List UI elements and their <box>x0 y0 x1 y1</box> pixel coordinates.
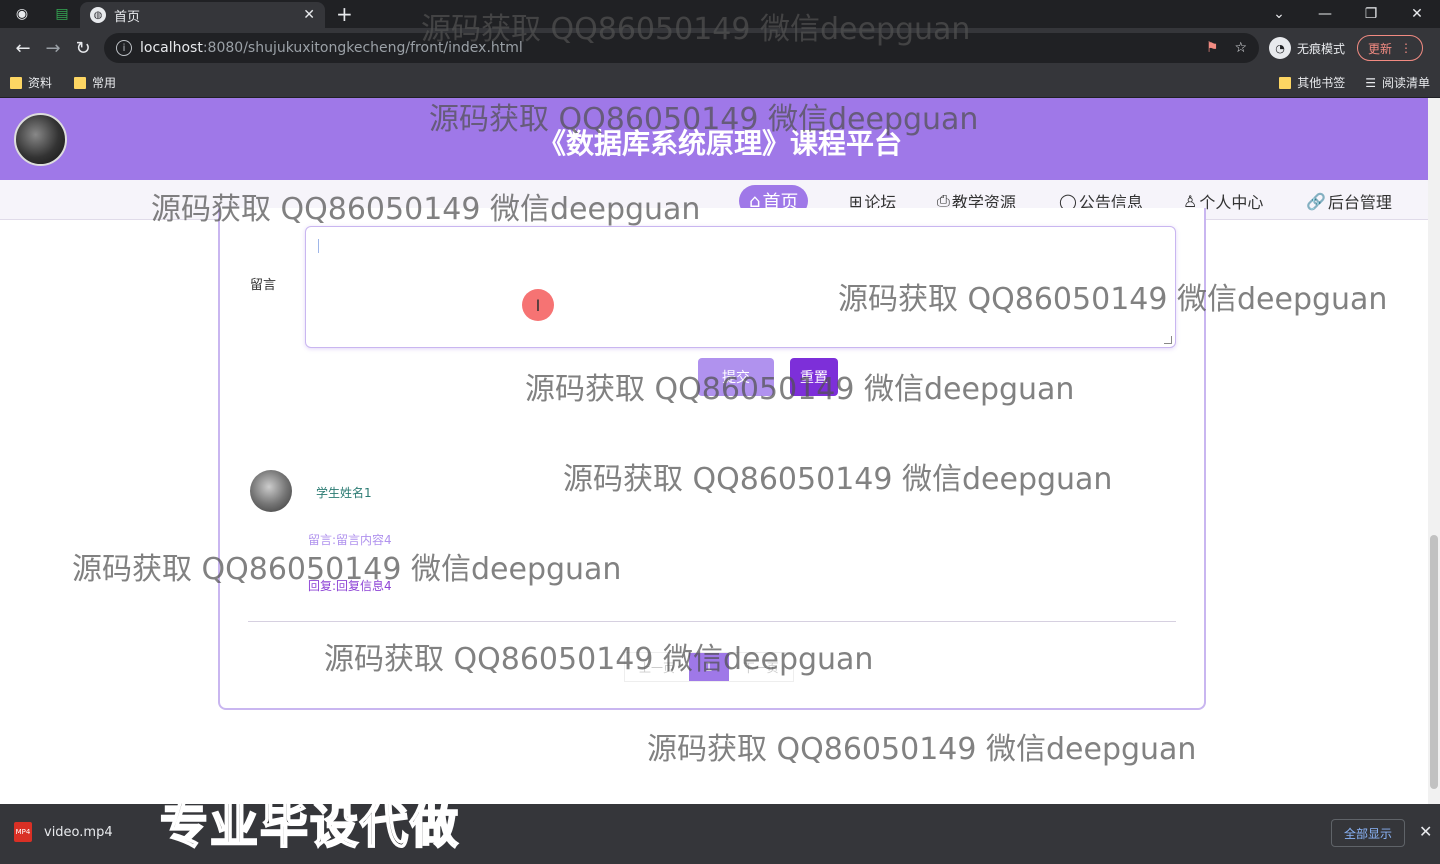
tab-group-icon[interactable]: ▤ <box>50 2 74 26</box>
text-caret <box>318 239 319 253</box>
watermark: 源码获取 QQ86050149 微信deepguan <box>563 462 1113 497</box>
reload-icon[interactable]: ↻ <box>68 33 98 63</box>
other-bookmarks[interactable]: 其他书签 <box>1279 74 1345 91</box>
incognito-indicator[interactable]: ◔ 无痕模式 <box>1269 37 1345 59</box>
incognito-icon: ◔ <box>1269 37 1291 59</box>
download-item[interactable]: MP4 video.mp4 <box>14 822 113 842</box>
back-icon[interactable]: ← <box>8 33 38 63</box>
close-tab-icon[interactable]: ✕ <box>303 7 315 23</box>
bookmark-star-icon[interactable]: ☆ <box>1234 40 1247 56</box>
incognito-label: 无痕模式 <box>1297 41 1346 56</box>
globe-icon: ◍ <box>90 7 106 23</box>
bookmark-label: 常用 <box>92 76 117 90</box>
folder-icon <box>10 76 22 89</box>
watermark: 源码获取 QQ86050149 微信deepguan <box>429 102 979 137</box>
minimize-icon[interactable]: — <box>1302 0 1348 28</box>
browser-menu-icon[interactable]: ◉ <box>10 2 34 26</box>
message-label: 留言 <box>250 278 277 293</box>
reading-list[interactable]: ☰ 阅读清单 <box>1365 74 1430 91</box>
video-file-icon: MP4 <box>14 822 32 842</box>
browser-tab[interactable]: ◍ 首页 ✕ <box>80 2 325 28</box>
nav-label: 个人中心 <box>1199 193 1264 212</box>
reading-list-icon: ☰ <box>1365 75 1376 90</box>
forward-icon[interactable]: → <box>38 33 68 63</box>
update-label: 更新 <box>1368 41 1393 56</box>
video-caption: 专业毕设代做 <box>159 797 461 855</box>
mouse-cursor-highlight: I <box>522 289 554 321</box>
translate-icon[interactable]: ⚑ <box>1206 40 1219 56</box>
page-scrollbar[interactable] <box>1428 98 1440 804</box>
bookmark-label: 资料 <box>28 76 53 90</box>
resize-handle[interactable] <box>1164 336 1172 344</box>
download-file-name: video.mp4 <box>44 824 113 840</box>
student-name: 学生姓名1 <box>316 486 372 500</box>
watermark: 源码获取 QQ86050149 微信deepguan <box>324 642 874 677</box>
scrollbar-thumb[interactable] <box>1430 535 1438 789</box>
show-all-button[interactable]: 全部显示 <box>1331 819 1406 847</box>
folder-icon <box>74 76 87 89</box>
watermark: 源码获取 QQ86050149 微信deepguan <box>151 192 701 227</box>
tab-search-icon[interactable]: ⌄ <box>1256 0 1302 28</box>
watermark: 源码获取 QQ86050149 微信deepguan <box>72 552 622 587</box>
url-host: localhost <box>140 40 203 56</box>
new-tab-button[interactable]: + <box>336 2 353 26</box>
close-download-bar-icon[interactable]: ✕ <box>1419 822 1432 841</box>
watermark: 源码获取 QQ86050149 微信deepguan <box>421 12 971 47</box>
restore-icon[interactable]: ❐ <box>1348 0 1394 28</box>
watermark: 源码获取 QQ86050149 微信deepguan <box>838 282 1388 317</box>
bookmark-folder[interactable]: 资料 <box>10 74 52 91</box>
update-button[interactable]: 更新 ⋮ <box>1357 35 1424 61</box>
nav-label: 后台管理 <box>1327 193 1392 212</box>
window-controls: ⌄ — ❐ ✕ <box>1256 0 1440 28</box>
more-menu-icon: ⋮ <box>1400 41 1413 55</box>
close-window-icon[interactable]: ✕ <box>1394 0 1440 28</box>
info-icon[interactable]: i <box>116 40 132 56</box>
link-icon: 🔗 <box>1306 191 1326 211</box>
folder-icon <box>1279 76 1292 89</box>
bookmark-folder[interactable]: 常用 <box>74 74 116 91</box>
nav-admin[interactable]: 🔗 后台管理 <box>1306 185 1392 217</box>
tab-title: 首页 <box>114 9 141 25</box>
watermark: 源码获取 QQ86050149 微信deepguan <box>525 372 1075 407</box>
watermark: 源码获取 QQ86050149 微信deepguan <box>647 732 1197 767</box>
divider <box>248 621 1176 622</box>
reading-list-label: 阅读清单 <box>1381 76 1430 90</box>
other-bookmarks-label: 其他书签 <box>1297 76 1346 90</box>
avatar <box>250 470 292 512</box>
